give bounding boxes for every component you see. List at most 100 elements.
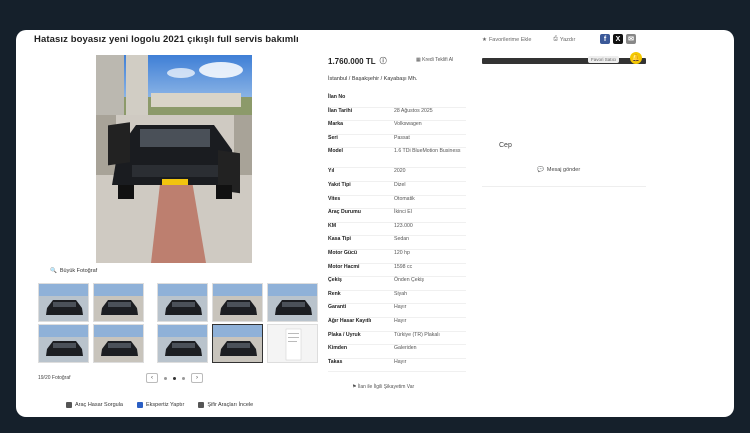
spec-value: 28 Ağustos 2025 xyxy=(394,107,433,114)
spec-key: Plaka / Uyruk xyxy=(328,331,361,338)
spec-value: 1598 cc xyxy=(394,263,413,270)
thumbnail[interactable] xyxy=(267,324,318,363)
photo-count: 19/20 Fotoğraf xyxy=(38,375,71,381)
listing-card: Hatasız boyasız yeni logolu 2021 çıkışlı… xyxy=(16,30,734,417)
bottom-link[interactable]: Ekspertiz Yaptır xyxy=(137,402,184,408)
bottom-link[interactable]: Araç Hasar Sorgula xyxy=(66,402,123,408)
spec-row: Motor Gücü 120 hp xyxy=(328,250,466,264)
spec-row: Kasa Tipi Sedan xyxy=(328,236,466,250)
spec-value: Sedan xyxy=(394,236,410,243)
spec-value: Önden Çekiş xyxy=(394,277,424,284)
spec-row: Çekiş Önden Çekiş xyxy=(328,277,466,291)
badge-icon xyxy=(137,402,143,408)
info-icon[interactable]: ⓘ xyxy=(380,56,387,66)
spec-row: Plaka / Uyruk Türkiye (TR) Plakalı xyxy=(328,332,466,346)
next-photo-button[interactable]: › xyxy=(191,373,203,383)
top-actions: ★ Favorilerime Ekle ⎙ Yazdır xyxy=(482,36,575,43)
spec-key: İlan Tarihi xyxy=(328,107,353,114)
pager-dot-active[interactable] xyxy=(173,376,176,380)
thumbnail[interactable] xyxy=(157,324,208,363)
gallery-pager: ‹ › xyxy=(146,373,203,383)
seller-name-bar xyxy=(482,58,646,64)
x-icon[interactable]: X xyxy=(613,34,623,44)
spec-value: Hayır xyxy=(394,304,407,311)
favorite-button[interactable]: ★ Favorilerime Ekle xyxy=(482,36,531,43)
phone-label: Cep xyxy=(499,142,512,149)
breadcrumb-item[interactable]: İstanbul xyxy=(328,76,347,82)
listing-title: Hatasız boyasız yeni logolu 2021 çıkışlı… xyxy=(34,34,299,45)
breadcrumb-item[interactable]: Başakşehir xyxy=(352,76,379,82)
spec-row: Renk Siyah xyxy=(328,291,466,305)
spec-row: KM 123.000 xyxy=(328,223,466,237)
bottom-links: Araç Hasar Sorgula Ekspertiz Yaptır Şifir … xyxy=(66,402,253,408)
spec-key: Yakıt Tipi xyxy=(328,181,351,188)
breadcrumb-item[interactable]: Kayabaşı Mh. xyxy=(384,76,418,82)
spec-value: Dizel xyxy=(394,181,406,188)
spec-key: KM xyxy=(328,222,337,229)
bottom-link[interactable]: Şifir Araçları İncele xyxy=(198,402,253,408)
spec-value: Hayır xyxy=(394,358,407,365)
spec-key: Garanti xyxy=(328,304,347,311)
spec-row: Garanti Hayır xyxy=(328,304,466,318)
spec-value: 2020 xyxy=(394,168,406,175)
thumbnail[interactable] xyxy=(212,324,263,363)
spec-key: Takas xyxy=(328,358,343,365)
favorite-seller-button[interactable]: Favori Satıcı xyxy=(588,56,620,63)
spec-row: İlan No xyxy=(328,94,466,108)
spec-value: İkinci El xyxy=(394,209,412,216)
spec-key: İlan No xyxy=(328,94,346,100)
facebook-icon[interactable]: f xyxy=(600,34,610,44)
spec-row: Takas Hayır xyxy=(328,359,466,373)
spec-key: Motor Hacmi xyxy=(328,263,360,270)
spec-key: Motor Gücü xyxy=(328,249,358,256)
print-button[interactable]: ⎙ Yazdır xyxy=(553,36,575,43)
bottom-link-label: Araç Hasar Sorgula xyxy=(75,402,123,408)
bell-icon[interactable]: 🔔 xyxy=(630,52,642,64)
spec-row: Motor Hacmi 1598 cc xyxy=(328,264,466,278)
spec-key: Kimden xyxy=(328,345,348,352)
thumbnail[interactable] xyxy=(267,283,318,322)
spec-value: Hayır xyxy=(394,317,407,324)
spec-key: Ağır Hasar Kayıtlı xyxy=(328,317,372,324)
spec-row: İlan Tarihi 28 Ağustos 2025 xyxy=(328,108,466,122)
bottom-link-label: Şifir Araçları İncele xyxy=(207,402,254,408)
thumbnail[interactable] xyxy=(157,283,208,322)
spec-key: Çekiş xyxy=(328,277,342,284)
spec-value: Volkswagen xyxy=(394,121,422,128)
spec-value: 1.6 TDi BlueMotion Business xyxy=(394,148,461,155)
chat-icon: 💬 xyxy=(537,167,544,173)
spec-value: 120 hp xyxy=(394,249,410,256)
social-share: f X ✉ xyxy=(600,34,636,44)
spec-row: Yakıt Tipi Dizel xyxy=(328,182,466,196)
printer-icon: ⎙ xyxy=(553,36,558,42)
spec-key: Marka xyxy=(328,121,343,128)
star-icon: ★ xyxy=(482,36,487,43)
bottom-link-label: Ekspertiz Yaptır xyxy=(146,402,185,408)
thumbnail[interactable] xyxy=(38,324,89,363)
calculator-icon: ▦ xyxy=(416,57,421,63)
big-photo-link[interactable]: 🔍 Büyük Fotoğraf xyxy=(50,268,97,274)
send-message-button[interactable]: 💬 Mesaj gönder xyxy=(537,167,580,173)
spec-key: Seri xyxy=(328,134,338,141)
spec-key: Renk xyxy=(328,290,341,297)
spec-key: Model xyxy=(328,148,343,155)
spec-table: İlan No İlan Tarihi 28 Ağustos 2025 Marka Vo… xyxy=(328,94,466,373)
spec-value: Türkiye (TR) Plakalı xyxy=(394,331,440,338)
main-photo[interactable] xyxy=(96,55,252,263)
thumbnail[interactable] xyxy=(93,283,144,322)
pager-dot[interactable] xyxy=(182,376,185,380)
spec-row: Araç Durumu İkinci El xyxy=(328,209,466,223)
thumbnail[interactable] xyxy=(38,283,89,322)
pager-dot[interactable] xyxy=(164,376,167,380)
thumbnail[interactable] xyxy=(212,283,263,322)
mail-icon[interactable]: ✉ xyxy=(626,34,636,44)
breadcrumb: İstanbul / Başakşehir / Kayabaşı Mh. xyxy=(328,76,417,82)
spec-key: Yıl xyxy=(328,168,335,175)
credit-offer-link[interactable]: ▦ Kredi Teklifi Al xyxy=(416,57,453,63)
thumbnail[interactable] xyxy=(93,324,144,363)
report-link[interactable]: ⚑ İlan ile İlgili Şikayetim Var xyxy=(352,384,414,390)
spec-row: Kimden Galeriden xyxy=(328,345,466,359)
spec-row: Vites Otomatik xyxy=(328,196,466,210)
wrench-icon xyxy=(66,402,72,408)
prev-photo-button[interactable]: ‹ xyxy=(146,373,158,383)
